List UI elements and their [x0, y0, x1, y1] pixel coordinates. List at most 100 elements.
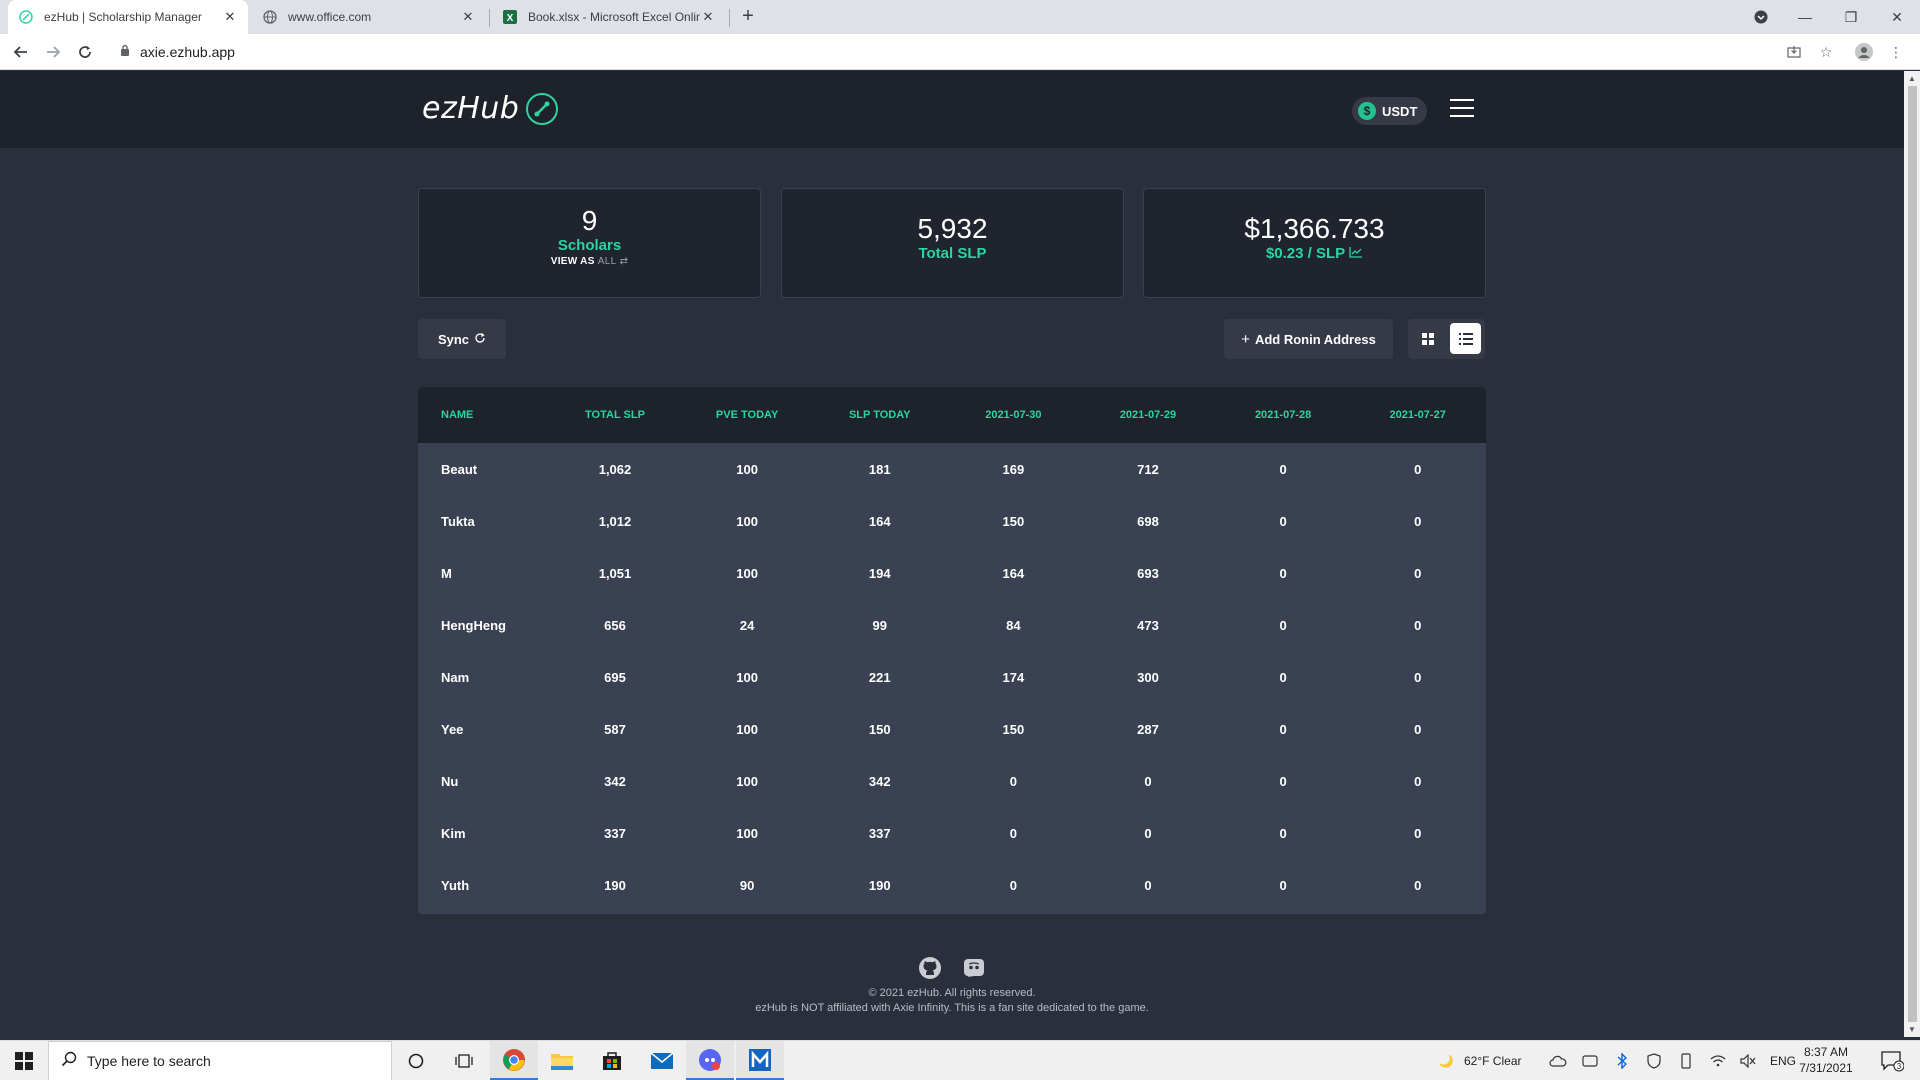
sync-label: Sync — [437, 331, 470, 347]
slp-price-row[interactable]: $0.23 / SLP — [1144, 245, 1485, 262]
hamburger-menu-icon[interactable] — [1450, 99, 1476, 121]
meet-now-icon[interactable] — [1580, 1051, 1600, 1071]
scrollbar-thumb[interactable] — [1908, 86, 1917, 1022]
column-header-name[interactable]: NAME — [418, 409, 548, 421]
cell-date-1: 0 — [1009, 877, 1017, 893]
cell-date-4: 0 — [1414, 721, 1422, 737]
file-explorer-icon[interactable] — [538, 1041, 586, 1080]
discord-app-icon[interactable] — [686, 1041, 734, 1080]
cortana-icon[interactable] — [392, 1041, 440, 1080]
total-usd-value: $1,366.733 — [1244, 213, 1385, 244]
profile-avatar-icon[interactable] — [1852, 40, 1876, 64]
close-window-button[interactable]: ✕ — [1874, 0, 1920, 34]
browser-menu-icon[interactable]: ⋮ — [1884, 40, 1908, 64]
onedrive-icon[interactable] — [1548, 1051, 1568, 1071]
table-row[interactable]: Yuth 190 90 190 0 0 0 0 — [418, 859, 1486, 911]
footer: © 2021 ezHub. All rights reserved. ezHub… — [0, 956, 1904, 1014]
table-row[interactable]: Nam 695 100 221 174 300 0 0 — [418, 651, 1486, 703]
cell-date-4: 0 — [1414, 773, 1422, 789]
cell-slp-today: 194 — [868, 565, 891, 581]
weather-text[interactable]: 62°F Clear — [1464, 1041, 1522, 1080]
security-shield-icon[interactable] — [1644, 1051, 1664, 1071]
table-row[interactable]: Beaut 1,062 100 181 169 712 0 0 — [418, 443, 1486, 495]
ezhub-logo[interactable]: ezHub — [422, 91, 559, 126]
grid-view-icon[interactable] — [1416, 327, 1440, 351]
add-ronin-label: Add Ronin Address — [1254, 331, 1376, 347]
discord-icon[interactable] — [962, 956, 986, 985]
notification-center-icon[interactable]: 3 — [1878, 1049, 1906, 1073]
app-header: ezHub $ USDT — [0, 71, 1904, 148]
table-row[interactable]: Tukta 1,012 100 164 150 698 0 0 — [418, 495, 1486, 547]
url-field[interactable]: axie.ezhub.app — [110, 38, 1770, 66]
language-indicator[interactable]: ENG — [1770, 1041, 1796, 1080]
tab-excel[interactable]: X Book.xlsx - Microsoft Excel Online ✕ — [492, 0, 726, 34]
cell-name: Kim — [441, 825, 466, 841]
minimize-button[interactable]: ― — [1782, 0, 1828, 34]
scroll-up-arrow-icon[interactable]: ▲ — [1904, 72, 1920, 86]
weather-moon-icon[interactable]: 🌙 — [1436, 1051, 1456, 1071]
tab-ezhub[interactable]: ezHub | Scholarship Manager ✕ — [8, 0, 248, 34]
table-row[interactable]: M 1,051 100 194 164 693 0 0 — [418, 547, 1486, 599]
table-row[interactable]: Yee 587 100 150 150 287 0 0 — [418, 703, 1486, 755]
column-header-date-2[interactable]: 2021-07-29 — [1079, 409, 1217, 421]
wifi-icon[interactable] — [1708, 1051, 1728, 1071]
cell-total-slp: 656 — [604, 617, 626, 633]
windows-start-icon[interactable] — [0, 1041, 48, 1080]
chrome-icon[interactable] — [490, 1041, 538, 1080]
table-row[interactable]: HengHeng 656 24 99 84 473 0 0 — [418, 599, 1486, 651]
clock[interactable]: 8:37 AM 7/31/2021 — [1796, 1044, 1856, 1076]
cell-date-4: 0 — [1414, 825, 1422, 841]
currency-selector-button[interactable]: $ USDT — [1352, 97, 1428, 125]
tab-office[interactable]: www.office.com ✕ — [252, 0, 486, 34]
cell-date-2: 693 — [1137, 565, 1159, 581]
close-tab-icon[interactable]: ✕ — [700, 9, 716, 25]
view-as-selector[interactable]: VIEW AS ALL ⇄ — [419, 256, 760, 267]
store-icon[interactable] — [588, 1041, 636, 1080]
task-view-icon[interactable] — [440, 1041, 488, 1080]
column-header-total-slp[interactable]: TOTAL SLP — [548, 409, 683, 421]
browser-tab-bar: ezHub | Scholarship Manager ✕ www.office… — [0, 0, 1920, 34]
device-icon[interactable] — [1676, 1051, 1696, 1071]
column-header-slp-today[interactable]: SLP TODAY — [812, 409, 948, 421]
table-row[interactable]: Nu 342 100 342 0 0 0 0 — [418, 755, 1486, 807]
github-icon[interactable] — [918, 956, 942, 985]
reload-button[interactable] — [73, 40, 97, 64]
scroll-down-arrow-icon[interactable]: ▼ — [1904, 1023, 1920, 1037]
cell-slp-today: 221 — [868, 669, 891, 685]
install-app-icon[interactable] — [1782, 40, 1806, 64]
cell-date-3: 0 — [1279, 825, 1287, 841]
swap-icon: ⇄ — [619, 256, 629, 267]
cell-date-2: 287 — [1137, 721, 1159, 737]
list-view-icon[interactable] — [1450, 323, 1481, 354]
sync-button[interactable]: Sync — [418, 319, 506, 359]
cell-date-3: 0 — [1279, 617, 1287, 633]
new-tab-button[interactable]: + — [736, 5, 760, 29]
cell-slp-today: 99 — [872, 617, 887, 633]
clock-date: 7/31/2021 — [1799, 1061, 1853, 1075]
cell-date-2: 698 — [1137, 513, 1159, 529]
bluetooth-icon[interactable] — [1612, 1051, 1632, 1071]
mail-icon[interactable] — [638, 1041, 686, 1080]
cell-name: M — [441, 565, 452, 581]
add-ronin-address-button[interactable]: + Add Ronin Address — [1224, 319, 1393, 359]
column-header-pve-today[interactable]: PVE TODAY — [682, 409, 812, 421]
cell-pve-today: 100 — [736, 825, 758, 841]
table-row[interactable]: Kim 337 100 337 0 0 0 0 — [418, 807, 1486, 859]
column-header-date-3[interactable]: 2021-07-28 — [1217, 409, 1350, 421]
close-tab-icon[interactable]: ✕ — [460, 9, 476, 25]
back-button[interactable] — [9, 40, 33, 64]
close-tab-icon[interactable]: ✕ — [222, 9, 238, 25]
forward-button[interactable] — [41, 40, 65, 64]
bookmark-star-icon[interactable]: ☆ — [1814, 40, 1838, 64]
slp-price-label: $0.23 / SLP — [1265, 245, 1345, 262]
volume-muted-icon[interactable] — [1738, 1051, 1758, 1071]
restore-button[interactable]: ❐ — [1828, 0, 1874, 34]
tab-search-icon[interactable] — [1738, 0, 1784, 34]
cell-date-1: 0 — [1009, 825, 1017, 841]
column-header-date-1[interactable]: 2021-07-30 — [948, 409, 1080, 421]
total-slp-card: 5,932 Total SLP — [781, 188, 1124, 298]
taskbar-search-input[interactable]: Type here to search — [48, 1041, 392, 1080]
app-m-icon[interactable] — [736, 1041, 784, 1080]
dollar-icon: $ — [1358, 102, 1376, 120]
column-header-date-4[interactable]: 2021-07-27 — [1349, 409, 1486, 421]
